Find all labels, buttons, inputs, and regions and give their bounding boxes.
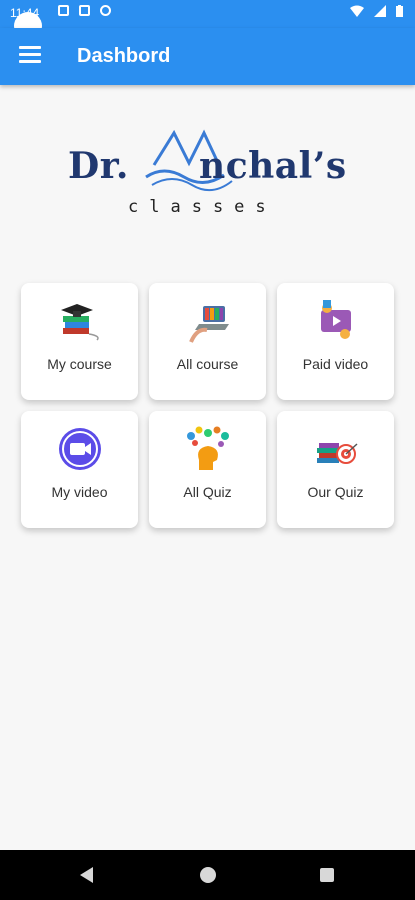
hamburger-menu-icon[interactable] [19, 46, 41, 66]
back-icon[interactable] [80, 867, 93, 883]
app-bar: Dashbord [0, 28, 415, 85]
tile-paid-video[interactable]: Paid video [277, 283, 394, 400]
tile-all-quiz[interactable]: All Quiz [149, 411, 266, 528]
video-camera-circle-icon [59, 428, 101, 470]
tile-label: My course [47, 356, 112, 372]
status-system-icons [350, 5, 403, 17]
brand-logo: Dr. nchal’s classes [60, 125, 360, 220]
head-ideas-icon [187, 426, 229, 470]
tile-label: Paid video [302, 356, 369, 372]
status-notification-icons [58, 5, 111, 16]
battery-icon [396, 5, 403, 17]
tile-my-video[interactable]: My video [21, 411, 138, 528]
tile-label: All Quiz [183, 484, 232, 500]
home-icon[interactable] [200, 867, 216, 883]
logo-title: Dr. nchal’s [68, 145, 347, 187]
logo-title-suffix: nchal’s [199, 145, 347, 187]
notification-icon [58, 5, 69, 16]
books-target-icon [317, 443, 358, 464]
status-bar: 11:44 [0, 0, 415, 40]
tile-label: Our Quiz [307, 484, 364, 500]
tile-all-course[interactable]: All course [149, 283, 266, 400]
system-nav-bar [0, 850, 415, 900]
signal-icon [374, 5, 386, 17]
logo-title-prefix: Dr. [68, 145, 129, 187]
dashboard-grid: My course All course Paid video My video… [21, 283, 395, 528]
tile-my-course[interactable]: My course [21, 283, 138, 400]
logo-subtitle: classes [128, 197, 277, 217]
wifi-icon [350, 5, 364, 17]
tile-our-quiz[interactable]: Our Quiz [277, 411, 394, 528]
tile-label: All course [176, 356, 239, 372]
online-learning-laptop-icon [189, 306, 229, 343]
books-graduation-cap-icon [61, 304, 99, 341]
sd-card-icon [79, 5, 90, 16]
tile-label: My video [51, 484, 108, 500]
recent-apps-icon[interactable] [320, 868, 334, 882]
sync-icon [100, 5, 111, 16]
video-coins-icon [321, 300, 351, 339]
page-title: Dashbord [77, 45, 171, 67]
